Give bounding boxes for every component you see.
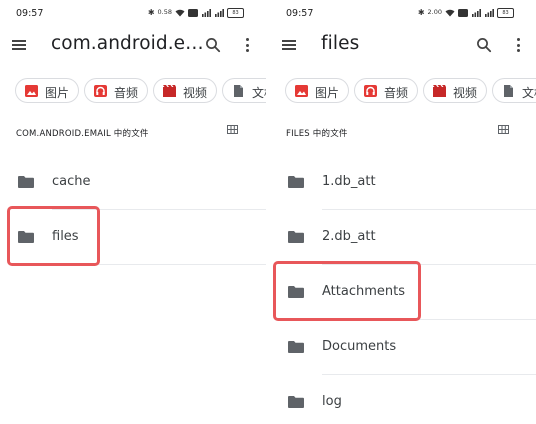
image-icon bbox=[295, 85, 308, 97]
section-header: COM.ANDROID.EMAIL 中的文件 bbox=[16, 129, 149, 139]
folder-name: Documents bbox=[322, 339, 397, 354]
folder-icon bbox=[288, 231, 304, 243]
status-bar: 09:57 ✱ 0.58 83 bbox=[0, 0, 266, 26]
folder-name: cache bbox=[52, 174, 91, 189]
file-type-chips: 图片 音频 视频 文档 bbox=[270, 78, 536, 106]
right-screen: 09:57 ✱ 2.00 83 files 图片 音频 视频 文 FILES 中… bbox=[270, 0, 536, 424]
folder-name: 1.db_att bbox=[322, 174, 376, 189]
chip-videos[interactable]: 视频 bbox=[423, 78, 487, 103]
document-icon bbox=[234, 85, 243, 97]
status-time: 09:57 bbox=[16, 8, 44, 19]
folder-icon bbox=[18, 231, 34, 243]
folder-name: 2.db_att bbox=[322, 229, 376, 244]
divider bbox=[52, 264, 266, 265]
search-icon[interactable] bbox=[476, 37, 492, 53]
chip-label: 文档 bbox=[522, 86, 536, 100]
signal-icon bbox=[202, 8, 211, 17]
chip-audio[interactable]: 音频 bbox=[84, 78, 148, 103]
document-icon bbox=[504, 85, 513, 97]
signal-icon bbox=[485, 8, 494, 17]
list-item[interactable]: log bbox=[270, 375, 536, 424]
grid-view-icon[interactable] bbox=[227, 125, 238, 134]
movie-icon bbox=[163, 85, 176, 97]
menu-icon[interactable] bbox=[12, 40, 26, 50]
status-icons: ✱ 0.58 83 bbox=[148, 7, 244, 18]
left-screen: 09:57 ✱ 0.58 83 com.android.e… 图片 音频 视频 … bbox=[0, 0, 266, 424]
status-time: 09:57 bbox=[286, 8, 314, 19]
page-title: com.android.e… bbox=[51, 33, 204, 54]
folder-icon bbox=[18, 176, 34, 188]
chip-label: 视频 bbox=[183, 86, 208, 100]
network-speed: 0.58 bbox=[157, 8, 172, 16]
menu-icon[interactable] bbox=[282, 40, 296, 50]
app-toolbar: files bbox=[270, 26, 536, 66]
app-toolbar: com.android.e… bbox=[0, 26, 266, 66]
page-title: files bbox=[321, 33, 360, 54]
list-item[interactable]: Documents bbox=[270, 320, 536, 375]
battery-level: 83 bbox=[502, 9, 509, 16]
more-options-icon[interactable] bbox=[245, 38, 249, 52]
folder-icon bbox=[288, 286, 304, 298]
network-speed: 2.00 bbox=[427, 8, 442, 16]
folder-name: files bbox=[52, 229, 79, 244]
more-options-icon[interactable] bbox=[516, 38, 520, 52]
search-icon[interactable] bbox=[205, 37, 221, 53]
chip-label: 图片 bbox=[315, 86, 340, 100]
battery-level: 83 bbox=[232, 9, 239, 16]
chip-audio[interactable]: 音频 bbox=[354, 78, 418, 103]
folder-icon bbox=[288, 341, 304, 353]
folder-icon bbox=[288, 176, 304, 188]
file-type-chips: 图片 音频 视频 文档 bbox=[0, 78, 266, 106]
headphones-icon bbox=[94, 85, 107, 97]
folder-name: Attachments bbox=[322, 284, 405, 299]
chip-documents[interactable]: 文档 bbox=[492, 78, 536, 103]
list-item[interactable]: 1.db_att bbox=[270, 155, 536, 210]
folder-icon bbox=[288, 396, 304, 408]
status-bar: 09:57 ✱ 2.00 83 bbox=[270, 0, 536, 26]
battery-icon: 83 bbox=[227, 7, 244, 18]
hd-icon bbox=[188, 8, 198, 17]
chip-label: 视频 bbox=[453, 86, 478, 100]
grid-view-icon[interactable] bbox=[498, 125, 509, 134]
chip-label: 音频 bbox=[384, 86, 409, 100]
signal-icon bbox=[215, 8, 224, 17]
bluetooth-icon: ✱ bbox=[147, 8, 155, 17]
chip-images[interactable]: 图片 bbox=[15, 78, 79, 103]
headphones-icon bbox=[364, 85, 377, 97]
folder-name: log bbox=[322, 394, 342, 409]
bluetooth-icon: ✱ bbox=[417, 8, 425, 17]
list-item[interactable]: 2.db_att bbox=[270, 210, 536, 265]
image-icon bbox=[25, 85, 38, 97]
chip-documents[interactable]: 文档 bbox=[222, 78, 266, 103]
movie-icon bbox=[433, 85, 446, 97]
chip-label: 文档 bbox=[252, 86, 266, 100]
signal-icon bbox=[472, 8, 481, 17]
list-item[interactable]: files bbox=[0, 210, 266, 265]
status-icons: ✱ 2.00 83 bbox=[418, 7, 514, 18]
chip-images[interactable]: 图片 bbox=[285, 78, 349, 103]
battery-icon: 83 bbox=[497, 7, 514, 18]
section-header: FILES 中的文件 bbox=[286, 129, 348, 139]
chip-label: 图片 bbox=[45, 86, 70, 100]
list-item[interactable]: cache bbox=[0, 155, 266, 210]
chip-label: 音频 bbox=[114, 86, 139, 100]
chip-videos[interactable]: 视频 bbox=[153, 78, 217, 103]
list-item[interactable]: Attachments bbox=[270, 265, 536, 320]
hd-icon bbox=[458, 8, 468, 17]
wifi-icon bbox=[445, 9, 455, 16]
wifi-icon bbox=[175, 9, 185, 16]
